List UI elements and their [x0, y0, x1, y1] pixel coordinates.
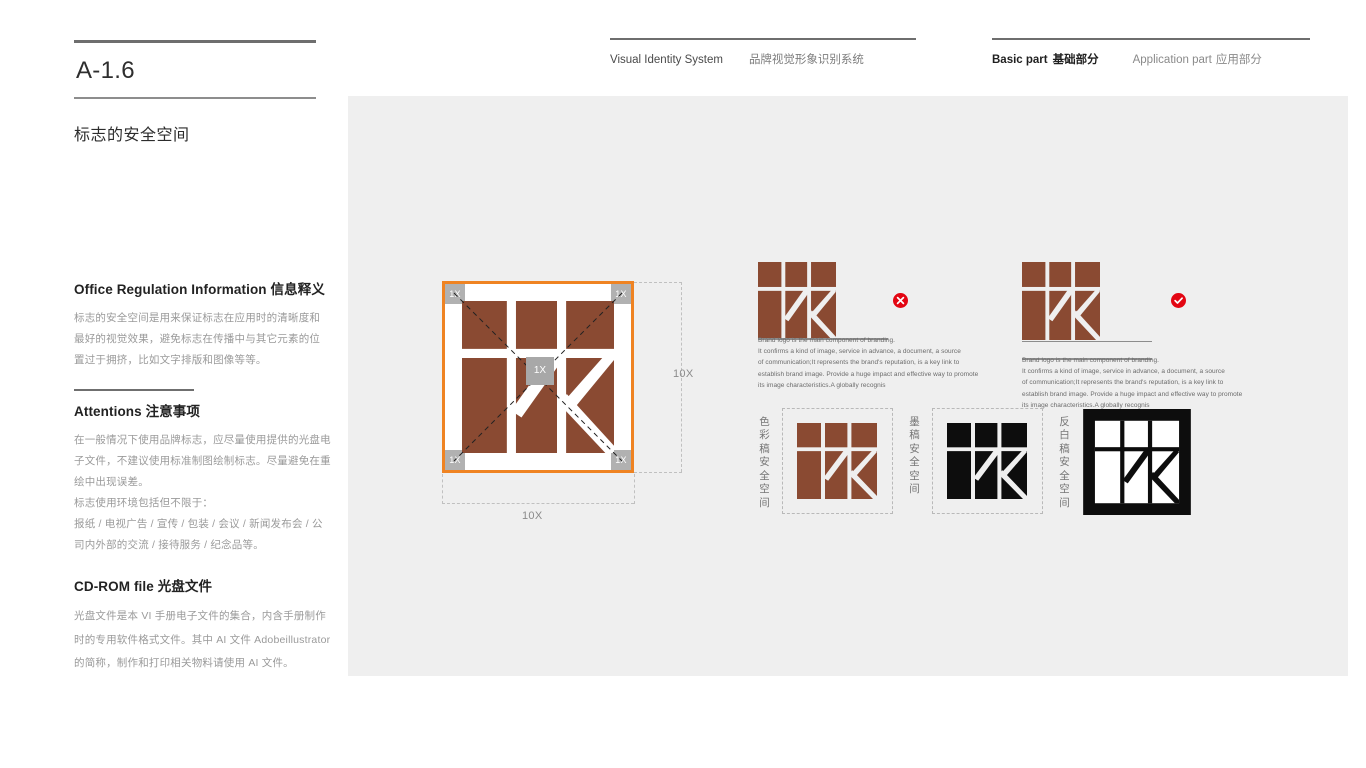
tab-label-en: Basic part: [992, 54, 1048, 66]
section-heading-cn: 光盘文件: [157, 579, 213, 594]
dim-line-horizontal: [442, 503, 634, 504]
tab-application-part[interactable]: Application part 应用部分: [1133, 51, 1262, 67]
variant-label: 色彩稿安全空间: [759, 416, 770, 509]
dim-label-width: 10X: [522, 510, 543, 522]
header-rule: [610, 38, 916, 40]
page-identity-block: A-1.6 标志的安全空间: [74, 40, 330, 145]
header-tabs: Basic part 基础部分 Application part 应用部分: [992, 38, 1310, 67]
header-system-title: Visual Identity System 品牌视觉形象识别系统: [610, 38, 916, 67]
variant-clear-space-box: [782, 408, 893, 514]
page-title: 标志的安全空间: [74, 126, 190, 144]
body-line: It confirms a kind of image, service in …: [1022, 368, 1225, 376]
cross-icon: [893, 293, 908, 308]
body-line: of communication;It represents the brand…: [1022, 379, 1224, 387]
body-line: 司内外部的交流 / 接待服务 / 纪念品等。: [74, 539, 264, 551]
variant-label: 反白稿安全空间: [1059, 416, 1070, 509]
body-line: It confirms a kind of image, service in …: [758, 348, 961, 356]
example-incorrect: Brand logo is the main component of bran…: [758, 262, 1018, 389]
section-heading: Office Regulation Information 信息释义: [74, 278, 332, 298]
section-body: 光盘文件是本 VI 手册电子文件的集合，内含手册制作 时的专用软件格式文件。其中…: [74, 605, 332, 676]
body-line: its image characteristics.A globally rec…: [758, 381, 886, 389]
check-glyph: [1174, 297, 1183, 304]
cross-glyph: [896, 296, 905, 305]
dim-tick-bottom: [634, 472, 682, 473]
header-tab-list: Basic part 基础部分 Application part 应用部分: [992, 51, 1310, 67]
section-heading-cn: 信息释义: [270, 282, 325, 297]
body-line: 最好的视觉效果，避免标志在传播中与其它元素的位: [74, 333, 321, 345]
variant-clear-space-box: [1082, 408, 1193, 515]
variant-clear-space-box: [932, 408, 1043, 514]
section-body: 在一般情况下使用品牌标志，应尽量使用提供的光盘电 子文件，不建议使用标准制图绘制…: [74, 430, 332, 556]
section-office-regulation: Office Regulation Information 信息释义 标志的安全…: [74, 278, 332, 409]
body-line: 在一般情况下使用品牌标志，应尽量使用提供的光盘电: [74, 434, 331, 446]
section-heading: Attentions 注意事项: [74, 400, 332, 420]
section-body: 标志的安全空间是用来保证标志在应用时的清晰度和 最好的视觉效果，避免标志在传播中…: [74, 308, 332, 371]
logo-clear-space-figure: 1X 1X 1X 1X 1X: [442, 281, 634, 473]
logo-glyph-color: [797, 423, 877, 499]
dim-tick-top: [634, 282, 682, 283]
variant-color-draft: 色彩稿安全空间: [758, 408, 893, 514]
body-line: establish brand image. Provide a huge im…: [1022, 390, 1243, 398]
body-line: 时的专用软件格式文件。其中 AI 文件 Adobeillustrator: [74, 633, 331, 646]
logo-glyph-correct: [1022, 262, 1100, 340]
section-heading-en: CD-ROM file: [74, 579, 154, 594]
header-title-en: Visual Identity System: [610, 54, 723, 66]
body-line: Brand logo is the main component of bran…: [758, 337, 896, 344]
header-title-text: Visual Identity System 品牌视觉形象识别系统: [610, 51, 916, 67]
logo-glyph-reverse: [1083, 409, 1191, 515]
check-icon: [1171, 293, 1186, 308]
tab-label-cn: 基础部分: [1052, 54, 1099, 66]
example-body-incorrect: Brand logo is the main component of bran…: [758, 335, 998, 391]
example-correct: Brand logo is the main component of bran…: [1022, 262, 1302, 409]
body-line: 的简称，制作和打印相关物料请使用 AI 文件。: [74, 657, 294, 670]
variant-reverse-draft: 反白稿安全空间: [1058, 408, 1208, 515]
header-rule: [992, 38, 1310, 40]
section-attentions: Attentions 注意事项 在一般情况下使用品牌标志，应尽量使用提供的光盘电…: [74, 400, 332, 556]
tab-label-cn: 应用部分: [1215, 54, 1262, 66]
section-divider: [74, 389, 194, 391]
dim-tick-right: [634, 474, 635, 504]
clearance-rule-correct: [1022, 341, 1152, 342]
artboard-stage: 1X 1X 1X 1X 1X 10X 10X Brand logo is the…: [348, 96, 1348, 676]
variant-label: 墨稿安全空间: [909, 416, 920, 496]
body-line: establish brand image. Provide a huge im…: [758, 370, 979, 378]
section-cdrom-file: CD-ROM file 光盘文件 光盘文件是本 VI 手册电子文件的集合，内含手…: [74, 575, 332, 676]
logo-glyph-ink: [947, 423, 1027, 499]
section-heading-en: Office Regulation Information: [74, 282, 267, 297]
tab-label-en: Application part: [1132, 54, 1212, 66]
body-line: 子文件，不建议使用标准制图绘制标志。尽量避免在重: [74, 455, 331, 467]
body-line: 标志的安全空间是用来保证标志在应用时的清晰度和: [74, 312, 321, 324]
body-line: Brand logo is the main component of bran…: [1022, 357, 1160, 364]
unit-chip-center: 1X: [526, 357, 554, 385]
body-line: 绘中出现误差。: [74, 476, 149, 488]
section-heading: CD-ROM file 光盘文件: [74, 575, 332, 595]
tab-basic-part[interactable]: Basic part 基础部分: [992, 51, 1099, 67]
section-heading-cn: 注意事项: [145, 404, 201, 419]
body-line: 光盘文件是本 VI 手册电子文件的集合，内含手册制作: [74, 610, 326, 622]
dim-label-height: 10X: [673, 368, 694, 380]
header-title-cn: 品牌视觉形象识别系统: [748, 54, 864, 66]
example-body-correct: Brand logo is the main component of bran…: [1022, 355, 1262, 411]
page-code: A-1.6: [76, 57, 135, 84]
body-line: 置过于拥挤，比如文字排版和图像等等。: [74, 354, 267, 366]
variant-ink-draft: 墨稿安全空间: [908, 408, 1043, 514]
body-line: 标志使用环境包括但不限于：: [74, 497, 214, 509]
logo-glyph-incorrect: [758, 262, 836, 340]
body-line: of communication;It represents the brand…: [758, 359, 960, 367]
document-header: Visual Identity System 品牌视觉形象识别系统 Basic p…: [610, 38, 1310, 78]
dim-tick-left: [442, 474, 443, 504]
section-heading-en: Attentions: [74, 404, 142, 419]
body-line: 报纸 / 电视广告 / 宣传 / 包装 / 会议 / 新闻发布会 / 公: [74, 518, 323, 530]
